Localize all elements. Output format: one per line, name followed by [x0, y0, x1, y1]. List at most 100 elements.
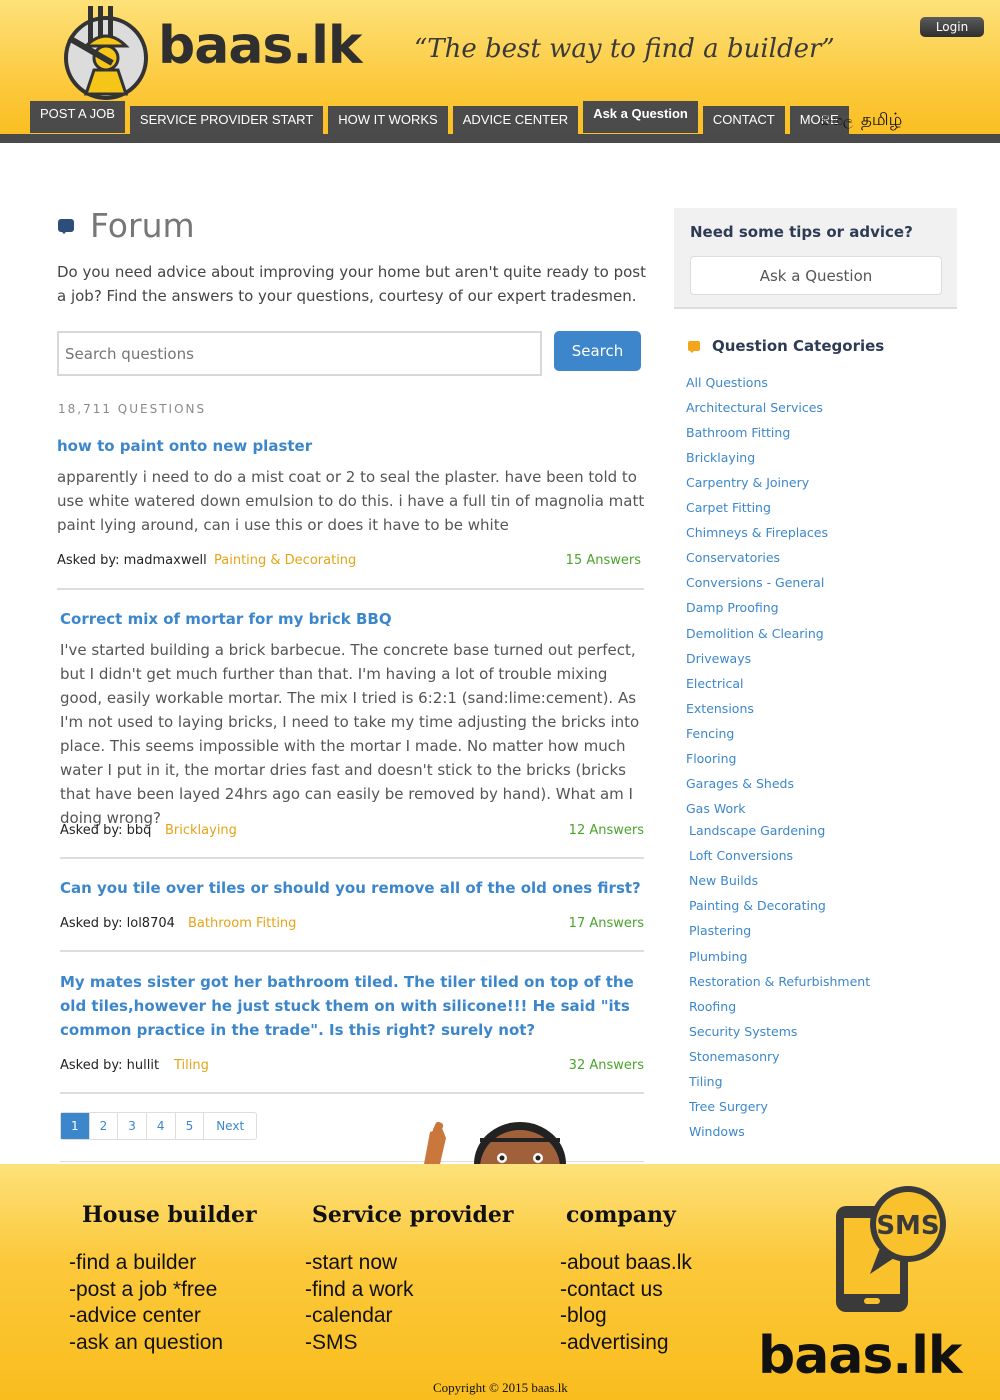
- category-link[interactable]: Plastering: [689, 923, 751, 938]
- login-button[interactable]: Login: [920, 17, 984, 37]
- category-link[interactable]: Extensions: [686, 701, 754, 716]
- footer-company-links: -about baas.lk -contact us -blog -advert…: [560, 1250, 692, 1356]
- category-link[interactable]: Security Systems: [689, 1024, 797, 1039]
- footer-link[interactable]: -find a builder: [69, 1250, 223, 1277]
- builder-logo-icon[interactable]: [58, 6, 154, 102]
- footer-link[interactable]: -SMS: [305, 1330, 414, 1357]
- divider: [60, 1092, 644, 1094]
- category-link[interactable]: Conversions - General: [686, 575, 824, 590]
- asked-by[interactable]: Asked by: bbq: [60, 823, 151, 838]
- question-title[interactable]: Correct mix of mortar for my brick BBQ: [60, 607, 646, 631]
- category-link[interactable]: Loft Conversions: [689, 848, 793, 863]
- page-4-button[interactable]: 4: [147, 1113, 176, 1139]
- footer-company-title: company: [566, 1202, 676, 1228]
- footer-service-provider-title: Service provider: [312, 1202, 514, 1228]
- category-link[interactable]: Stonemasonry: [689, 1049, 780, 1064]
- category-link[interactable]: New Builds: [689, 873, 758, 888]
- logo-text[interactable]: baas.lk: [158, 16, 363, 76]
- asked-by[interactable]: Asked by: hullit: [60, 1058, 159, 1073]
- category-link[interactable]: Conservatories: [686, 550, 780, 565]
- category-link[interactable]: Electrical: [686, 676, 743, 691]
- page-3-button[interactable]: 3: [118, 1113, 147, 1139]
- category-link[interactable]: Demolition & Clearing: [686, 626, 824, 641]
- footer-link[interactable]: -start now: [305, 1250, 414, 1277]
- category-link[interactable]: Landscape Gardening: [689, 823, 825, 838]
- nav-service-provider-start[interactable]: SERVICE PROVIDER START: [129, 106, 324, 134]
- category-link[interactable]: Damp Proofing: [686, 600, 779, 615]
- category-link[interactable]: Chimneys & Fireplaces: [686, 525, 828, 540]
- ask-question-button[interactable]: Ask a Question: [690, 256, 942, 295]
- asked-by[interactable]: Asked by: lol8704: [60, 916, 175, 931]
- asked-by[interactable]: Asked by: madmaxwell: [57, 553, 207, 568]
- page-5-button[interactable]: 5: [176, 1113, 205, 1139]
- nav-advice-center[interactable]: ADVICE CENTER: [452, 106, 579, 134]
- category-link[interactable]: Plumbing: [689, 949, 747, 964]
- category-link[interactable]: Bricklaying: [686, 450, 755, 465]
- site-footer: House builder -find a builder -post a jo…: [0, 1164, 1000, 1400]
- search-input[interactable]: [57, 331, 542, 376]
- lang-sinhala[interactable]: සිංහල: [820, 114, 853, 129]
- answer-count[interactable]: 32 Answers: [569, 1058, 644, 1073]
- question-body: apparently i need to do a mist coat or 2…: [57, 468, 645, 534]
- footer-link[interactable]: -ask an question: [69, 1330, 223, 1357]
- footer-link[interactable]: -advice center: [69, 1303, 223, 1330]
- category-link[interactable]: Carpentry & Joinery: [686, 475, 809, 490]
- search-button[interactable]: Search: [554, 331, 641, 371]
- footer-link[interactable]: -find a work: [305, 1277, 414, 1304]
- footer-link[interactable]: -advertising: [560, 1330, 692, 1357]
- sms-label: SMS: [876, 1211, 939, 1241]
- footer-link[interactable]: -calendar: [305, 1303, 414, 1330]
- question-title[interactable]: how to paint onto new plaster: [57, 434, 647, 458]
- footer-link[interactable]: -about baas.lk: [560, 1250, 692, 1277]
- divider: [57, 588, 644, 590]
- footer-link[interactable]: -blog: [560, 1303, 692, 1330]
- question-item: Can you tile over tiles or should you re…: [60, 876, 646, 900]
- footer-service-provider-links: -start now -find a work -calendar -SMS: [305, 1250, 414, 1356]
- page-2-button[interactable]: 2: [90, 1113, 119, 1139]
- sms-phone-icon: SMS: [836, 1186, 946, 1312]
- question-item: My mates sister got her bathroom tiled. …: [60, 970, 644, 1042]
- category-link[interactable]: Restoration & Refurbishment: [689, 974, 870, 989]
- lang-tamil[interactable]: தமிழ்: [861, 110, 903, 130]
- chat-bubble-icon: [688, 341, 700, 353]
- question-category[interactable]: Tiling: [174, 1058, 209, 1073]
- nav-how-it-works[interactable]: HOW IT WORKS: [328, 106, 448, 134]
- answer-count[interactable]: 17 Answers: [569, 916, 644, 931]
- question-category[interactable]: Painting & Decorating: [214, 553, 356, 568]
- question-category[interactable]: Bathroom Fitting: [188, 916, 296, 931]
- category-link[interactable]: Roofing: [689, 999, 736, 1014]
- category-link[interactable]: Painting & Decorating: [689, 898, 826, 913]
- category-link[interactable]: Garages & Sheds: [686, 776, 794, 791]
- category-link[interactable]: Bathroom Fitting: [686, 425, 790, 440]
- category-link[interactable]: Gas Work: [686, 801, 746, 816]
- main-nav: POST A JOB SERVICE PROVIDER START HOW IT…: [30, 101, 849, 134]
- question-category[interactable]: Bricklaying: [165, 823, 237, 838]
- nav-ask-a-question[interactable]: Ask a Question: [583, 101, 698, 133]
- nav-contact[interactable]: CONTACT: [702, 106, 785, 134]
- category-link[interactable]: Driveways: [686, 651, 751, 666]
- category-link[interactable]: All Questions: [686, 375, 768, 390]
- category-link[interactable]: Windows: [689, 1124, 745, 1139]
- category-link[interactable]: Architectural Services: [686, 400, 823, 415]
- nav-post-a-job[interactable]: POST A JOB: [30, 101, 125, 133]
- category-link[interactable]: Carpet Fitting: [686, 500, 771, 515]
- page-title: Forum: [58, 206, 195, 245]
- category-link[interactable]: Flooring: [686, 751, 736, 766]
- question-title[interactable]: My mates sister got her bathroom tiled. …: [60, 970, 644, 1042]
- category-link[interactable]: Fencing: [686, 726, 734, 741]
- footer-logo-text[interactable]: baas.lk: [758, 1330, 963, 1382]
- page-1-button[interactable]: 1: [61, 1113, 90, 1139]
- forum-heading: Forum: [90, 206, 195, 245]
- category-link[interactable]: Tiling: [689, 1074, 723, 1089]
- footer-link[interactable]: -contact us: [560, 1277, 692, 1304]
- next-page-button[interactable]: Next: [204, 1113, 256, 1139]
- footer-link[interactable]: -post a job *free: [69, 1277, 223, 1304]
- tagline: “The best way to find a builder”: [414, 34, 835, 64]
- answer-count[interactable]: 15 Answers: [566, 553, 641, 568]
- category-link[interactable]: Tree Surgery: [689, 1099, 768, 1114]
- footer-house-builder-links: -find a builder -post a job *free -advic…: [69, 1250, 223, 1356]
- question-meta: Asked by: lol8704 Bathroom Fitting 17 An…: [60, 916, 644, 934]
- answer-count[interactable]: 12 Answers: [569, 823, 644, 838]
- question-meta: Asked by: bbq Bricklaying 12 Answers: [60, 823, 644, 841]
- question-title[interactable]: Can you tile over tiles or should you re…: [60, 876, 646, 900]
